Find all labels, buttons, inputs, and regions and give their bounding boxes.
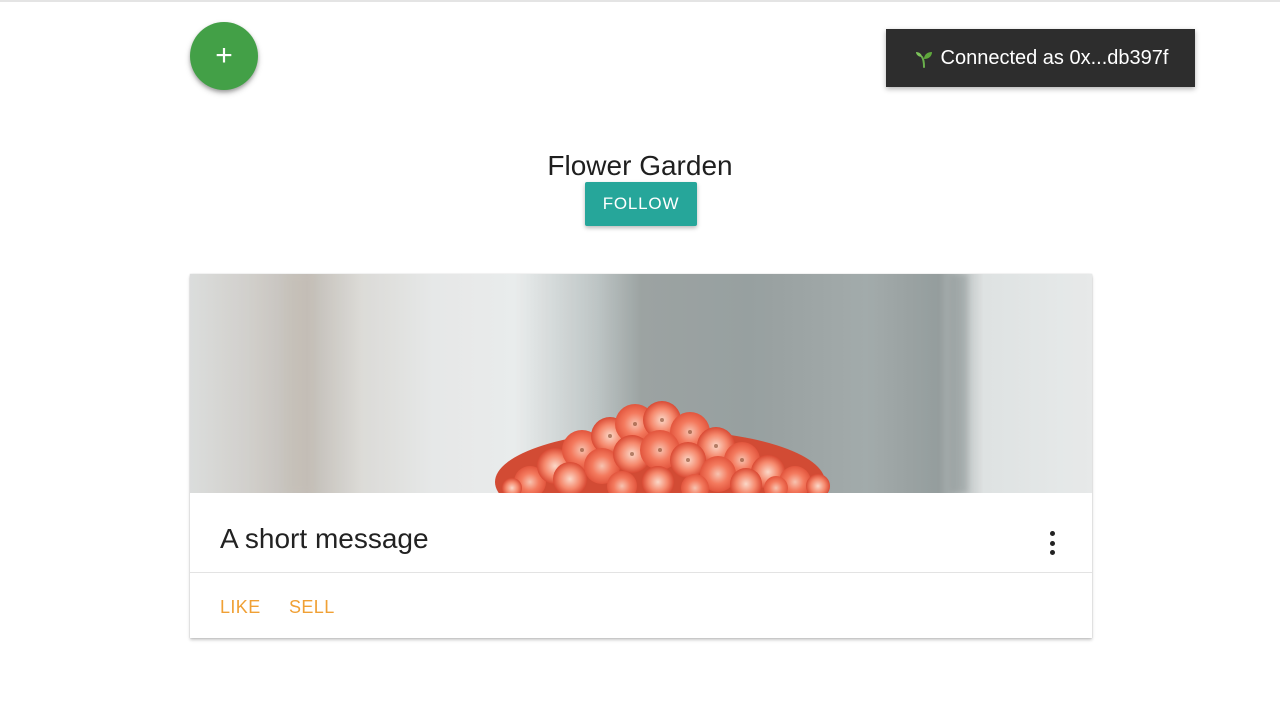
flower-image	[190, 274, 1092, 493]
sprout-icon	[913, 47, 935, 69]
card-actions: LIKE SELL	[190, 573, 1092, 638]
plus-icon: +	[215, 39, 233, 72]
post-card: A short message LIKE SELL	[190, 274, 1092, 638]
follow-button[interactable]: FOLLOW	[585, 182, 697, 226]
card-content: A short message	[190, 493, 1092, 573]
post-message: A short message	[220, 523, 429, 554]
add-fab-button[interactable]: +	[190, 22, 258, 90]
connection-toast: Connected as 0x...db397f	[886, 29, 1195, 87]
sell-button[interactable]: SELL	[289, 597, 335, 618]
like-button[interactable]: LIKE	[220, 597, 261, 618]
toast-text: Connected as 0x...db397f	[940, 46, 1169, 69]
more-vert-icon[interactable]	[1046, 531, 1058, 555]
page-title: Flower Garden	[547, 150, 733, 181]
